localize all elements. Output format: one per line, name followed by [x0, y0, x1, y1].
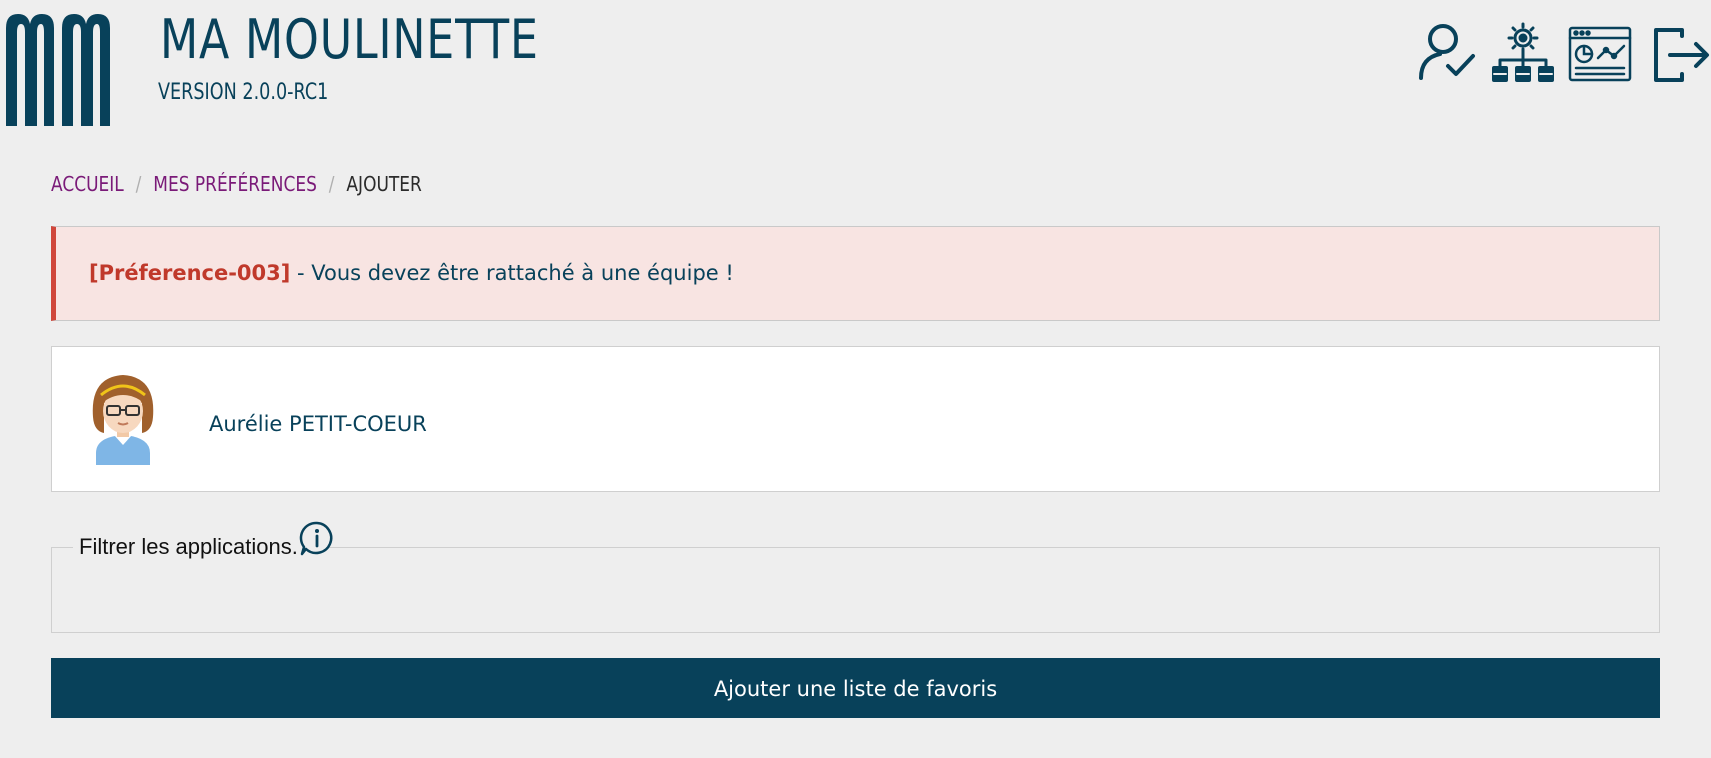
breadcrumb-preferences-link[interactable]: MES PRÉFÉRENCES: [153, 172, 317, 196]
alert-text: [Préference-003] - Vous devez être ratta…: [89, 261, 734, 285]
breadcrumb-separator: /: [328, 172, 335, 196]
alert-code: [Préference-003]: [89, 261, 291, 285]
user-name: Aurélie PETIT-COEUR: [209, 412, 427, 436]
app-title: MA MOULINETTE: [160, 8, 539, 71]
filter-legend: Filtrer les applications.: [73, 534, 304, 560]
logout-icon[interactable]: [1652, 26, 1710, 84]
user-card: Aurélie PETIT-COEUR: [51, 346, 1660, 492]
breadcrumb: ACCUEIL / MES PRÉFÉRENCES / AJOUTER: [51, 172, 422, 200]
breadcrumb-separator: /: [135, 172, 142, 196]
girl-avatar-icon: [92, 375, 154, 465]
breadcrumb-current: AJOUTER: [346, 172, 422, 196]
add-favorites-list-button[interactable]: Ajouter une liste de favoris: [51, 658, 1660, 718]
app-header: MA MOULINETTE VERSION 2.0.0-RC1: [0, 0, 1711, 140]
user-check-icon[interactable]: [1418, 22, 1476, 82]
logo-mm-icon: [6, 14, 110, 126]
app-version: VERSION 2.0.0-RC1: [158, 80, 329, 105]
info-icon[interactable]: [299, 520, 335, 556]
breadcrumb-home-link[interactable]: ACCUEIL: [51, 172, 124, 196]
error-alert: [Préference-003] - Vous devez être ratta…: [51, 226, 1660, 321]
settings-network-icon[interactable]: [1490, 22, 1556, 86]
alert-message: - Vous devez être rattaché à une équipe …: [290, 261, 734, 285]
application-filter[interactable]: Filtrer les applications.: [51, 534, 1660, 633]
dashboard-window-icon[interactable]: [1568, 26, 1632, 82]
